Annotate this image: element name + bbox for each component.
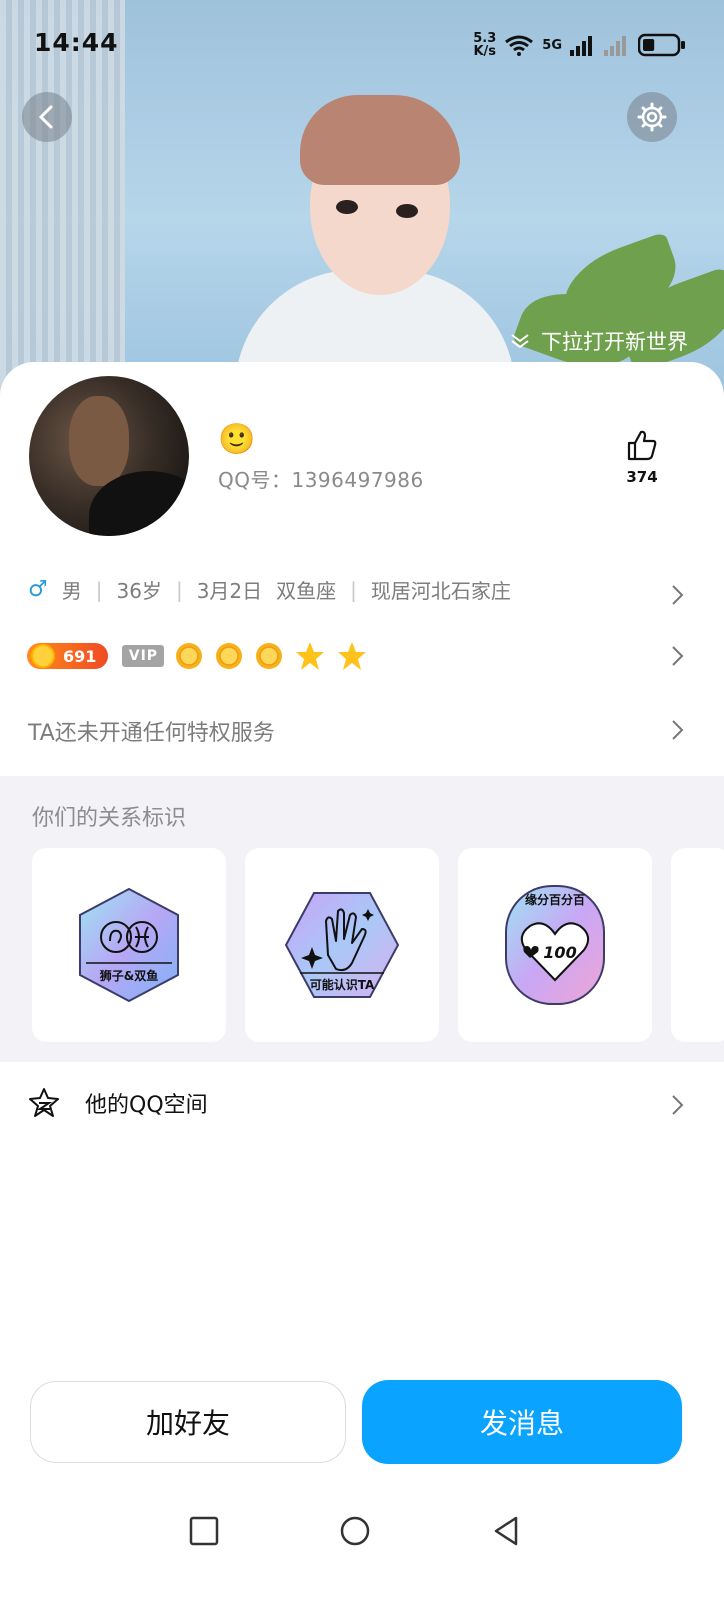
heart-100-tag-icon: 缘分百分百 100 xyxy=(505,885,605,1005)
relationship-tag-card[interactable]: 缘分百分百 100 xyxy=(458,848,652,1042)
chevron-right-icon[interactable] xyxy=(666,719,688,741)
relationship-title: 你们的关系标识 xyxy=(32,806,187,831)
privilege-text[interactable]: TA还未开通任何特权服务 xyxy=(28,715,275,747)
home-button[interactable] xyxy=(336,1512,374,1550)
back-nav-button[interactable] xyxy=(487,1512,525,1550)
coin-icon xyxy=(31,644,55,668)
like-count: 374 xyxy=(626,468,658,486)
status-time: 14:44 xyxy=(34,28,119,57)
vip-badge: VIP xyxy=(122,645,165,667)
status-icons: 5.3 K/s 5G xyxy=(473,30,686,60)
network-type: 5G xyxy=(542,37,562,53)
relationship-tag-label: 狮子&双鱼 xyxy=(99,968,158,983)
qq-number: QQ号：1396497986 xyxy=(218,468,424,492)
cover-figure-eye xyxy=(336,200,358,214)
percent-value: 100 xyxy=(543,943,576,962)
level-row[interactable]: 691 VIP xyxy=(27,640,368,672)
star-icon xyxy=(338,642,367,670)
gear-icon xyxy=(637,102,667,132)
hand-tag-icon: 可能认识TA xyxy=(284,892,400,998)
battery-icon xyxy=(638,33,685,57)
level-badge: 691 xyxy=(27,643,109,669)
pull-down-hint[interactable]: 下拉打开新世界 xyxy=(509,326,688,356)
relationship-tag-label: 缘分百分百 xyxy=(525,892,585,907)
add-friend-button[interactable]: 加好友 xyxy=(30,1381,346,1463)
chevron-left-icon xyxy=(38,105,53,129)
circle-icon xyxy=(340,1516,370,1546)
separator: | xyxy=(175,577,183,602)
qzone-star-icon xyxy=(29,1088,59,1117)
star-icon xyxy=(296,642,325,670)
location-text: 现居河北石家庄 xyxy=(370,579,511,603)
signal-icon-secondary xyxy=(604,36,626,56)
separator: | xyxy=(95,577,103,602)
cover-figure-hair xyxy=(300,95,460,185)
wifi-icon xyxy=(505,35,534,56)
thumbs-up-icon xyxy=(627,430,657,461)
sun-icon xyxy=(216,643,243,669)
double-chevron-down-icon xyxy=(511,334,529,349)
square-icon xyxy=(189,1516,219,1546)
male-icon: ♂ xyxy=(28,577,48,602)
basic-info-row[interactable]: ♂ 男 | 36岁 | 3月2日 双鱼座 | 现居河北石家庄 xyxy=(28,575,511,604)
zodiac-tag-icon: 狮子&双鱼 xyxy=(79,887,179,1003)
signal-icon xyxy=(570,36,592,56)
chevron-right-icon[interactable] xyxy=(666,1094,688,1116)
sun-icon xyxy=(176,643,203,669)
settings-button[interactable] xyxy=(627,92,677,142)
level-value: 691 xyxy=(63,646,97,666)
net-speed: 5.3 K/s xyxy=(473,32,496,58)
separator: | xyxy=(350,577,357,602)
nickname: 🙂 xyxy=(218,422,256,457)
avatar-face xyxy=(69,396,129,486)
pull-hint-label: 下拉打开新世界 xyxy=(541,330,688,354)
net-speed-unit: K/s xyxy=(473,44,497,59)
chevron-right-icon[interactable] xyxy=(666,645,688,667)
chevron-right-icon[interactable] xyxy=(666,584,688,606)
cover-figure-eye xyxy=(396,204,418,218)
recent-apps-button[interactable] xyxy=(185,1512,223,1550)
send-message-button[interactable]: 发消息 xyxy=(362,1380,682,1464)
relationship-tag-card[interactable]: 狮子&双鱼 xyxy=(32,848,226,1042)
relationship-tag-card[interactable]: 可能认识TA xyxy=(245,848,439,1042)
like-button[interactable]: 374 xyxy=(620,428,664,486)
back-button[interactable] xyxy=(22,92,72,142)
relationship-tag-label: 可能认识TA xyxy=(310,977,375,992)
zodiac-text: 双鱼座 xyxy=(276,579,337,603)
cover-curtain xyxy=(0,0,125,400)
qzone-row[interactable]: 他的QQ空间 xyxy=(27,1086,208,1120)
avatar[interactable] xyxy=(29,376,189,536)
birthday-text: 3月2日 xyxy=(196,579,263,603)
relationship-tag-card-partial[interactable] xyxy=(671,848,724,1042)
triangle-back-icon xyxy=(494,1516,518,1546)
gender-text: 男 xyxy=(61,579,82,603)
qzone-label: 他的QQ空间 xyxy=(85,1093,208,1118)
age-text: 36岁 xyxy=(116,579,162,603)
sun-icon xyxy=(256,643,283,669)
